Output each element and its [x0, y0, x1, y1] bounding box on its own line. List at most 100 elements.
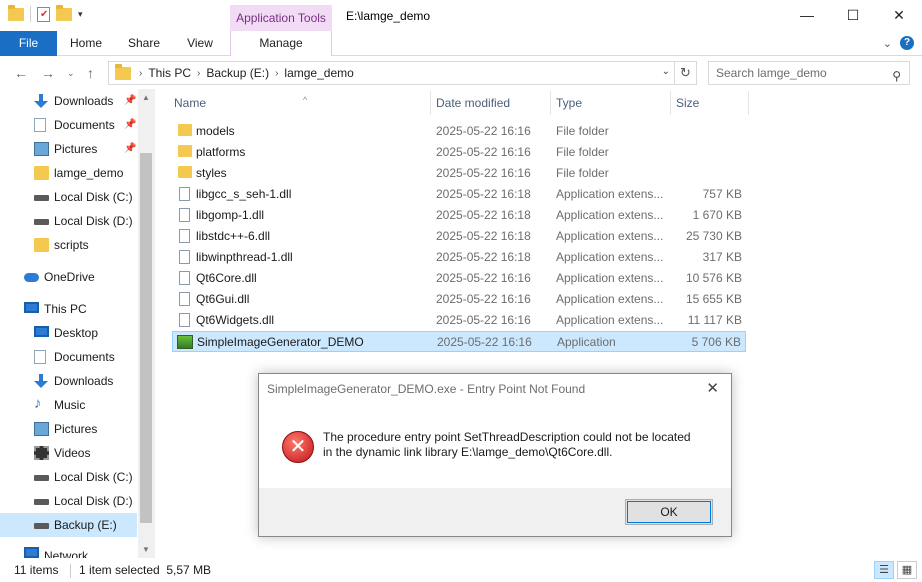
sidebar-item-local-disk-d[interactable]: Local Disk (D:): [0, 489, 137, 513]
sidebar-item-desktop[interactable]: Desktop: [0, 321, 137, 345]
search-input[interactable]: Search lamge_demo ⚲: [708, 61, 910, 85]
sidebar-item-local-disk-d-quick[interactable]: Local Disk (D:): [0, 209, 137, 233]
sidebar-item-onedrive[interactable]: OneDrive: [0, 265, 137, 289]
folder-icon: [34, 238, 49, 252]
folder-icon: [178, 166, 192, 178]
dll-file-icon: [179, 271, 190, 285]
dll-file-icon: [179, 250, 190, 264]
file-row[interactable]: Qt6Gui.dll 2025-05-22 16:16 Application …: [172, 289, 746, 310]
folder-icon: [178, 124, 192, 136]
document-icon: [34, 118, 46, 132]
music-icon: ♪: [34, 395, 42, 412]
navigation-bar: ← → ⌄ ↑ › This PC › Backup (E:) › lamge_…: [0, 57, 922, 89]
minimize-button[interactable]: —: [784, 0, 830, 31]
file-row[interactable]: models 2025-05-22 16:16 File folder: [172, 121, 746, 142]
file-row[interactable]: libstdc++-6.dll 2025-05-22 16:18 Applica…: [172, 226, 746, 247]
sidebar-item-downloads-quick[interactable]: Downloads 📌: [0, 89, 137, 113]
column-divider[interactable]: [748, 91, 749, 115]
sidebar-item-local-disk-c-quick[interactable]: Local Disk (C:): [0, 185, 137, 209]
file-row[interactable]: libwinpthread-1.dll 2025-05-22 16:18 App…: [172, 247, 746, 268]
dll-file-icon: [179, 208, 190, 222]
dll-file-icon: [179, 187, 190, 201]
tab-share[interactable]: Share: [120, 31, 168, 56]
sidebar-item-network[interactable]: Network: [0, 545, 137, 558]
chevron-down-icon[interactable]: ▾: [78, 9, 83, 20]
column-header-type[interactable]: Type: [550, 89, 670, 117]
divider: [70, 564, 71, 578]
new-folder-icon[interactable]: [56, 4, 72, 21]
tab-view[interactable]: View: [178, 31, 222, 56]
tab-manage[interactable]: Manage: [230, 31, 332, 56]
sidebar-item-backup-e[interactable]: Backup (E:): [0, 513, 137, 537]
close-button[interactable]: ✕: [876, 0, 922, 31]
column-header-date[interactable]: Date modified: [430, 89, 550, 117]
sidebar-item-videos[interactable]: Videos: [0, 441, 137, 465]
sidebar-item-downloads[interactable]: Downloads: [0, 369, 137, 393]
properties-icon[interactable]: ✔: [37, 6, 50, 22]
chevron-right-icon[interactable]: ›: [197, 68, 200, 79]
column-header-size[interactable]: Size: [670, 89, 748, 117]
ok-button[interactable]: OK: [625, 499, 713, 525]
column-header-name[interactable]: Name ^: [168, 89, 430, 117]
error-icon: ✕: [282, 431, 314, 463]
sidebar-item-pictures-quick[interactable]: Pictures 📌: [0, 137, 137, 161]
scroll-down-icon[interactable]: ▼: [142, 545, 150, 554]
refresh-button[interactable]: ↻: [675, 61, 697, 85]
recent-locations-chevron-icon[interactable]: ⌄: [67, 68, 75, 79]
pin-icon: 📌: [124, 119, 137, 130]
file-row[interactable]: libgcc_s_seh-1.dll 2025-05-22 16:18 Appl…: [172, 184, 746, 205]
disk-icon: [34, 475, 49, 481]
file-row[interactable]: Qt6Widgets.dll 2025-05-22 16:16 Applicat…: [172, 310, 746, 331]
sidebar-item-pictures[interactable]: Pictures: [0, 417, 137, 441]
sidebar-item-documents[interactable]: Documents: [0, 345, 137, 369]
divider: [30, 6, 31, 22]
file-row[interactable]: Qt6Core.dll 2025-05-22 16:16 Application…: [172, 268, 746, 289]
large-icons-view-button[interactable]: ▦: [897, 561, 917, 579]
breadcrumb-this-pc[interactable]: This PC: [148, 66, 191, 80]
folder-icon[interactable]: [8, 4, 24, 21]
status-bar: 11 items 1 item selected 5,57 MB ☰ ▦: [0, 558, 922, 582]
forward-arrow-icon[interactable]: →: [41, 65, 55, 81]
file-row[interactable]: libgomp-1.dll 2025-05-22 16:18 Applicati…: [172, 205, 746, 226]
file-row-selected[interactable]: SimpleImageGenerator_DEMO 2025-05-22 16:…: [172, 331, 746, 352]
up-arrow-icon[interactable]: ↑: [87, 65, 94, 81]
scroll-up-icon[interactable]: ▲: [142, 93, 150, 102]
window-title: E:\lamge_demo: [346, 9, 431, 23]
sidebar-item-local-disk-c[interactable]: Local Disk (C:): [0, 465, 137, 489]
tab-file[interactable]: File: [0, 31, 57, 56]
desktop-icon: [34, 326, 49, 337]
maximize-button[interactable]: ☐: [830, 0, 876, 31]
dll-file-icon: [179, 313, 190, 327]
sidebar-item-music[interactable]: ♪ Music: [0, 393, 137, 417]
sidebar-item-scripts[interactable]: scripts: [0, 233, 137, 257]
download-icon: [34, 374, 49, 388]
sidebar-item-documents-quick[interactable]: Documents 📌: [0, 113, 137, 137]
address-bar[interactable]: › This PC › Backup (E:) › lamge_demo ⌄: [108, 61, 675, 85]
chevron-right-icon[interactable]: ›: [275, 68, 278, 79]
back-arrow-icon[interactable]: ←: [14, 65, 28, 81]
folder-icon: [178, 145, 192, 157]
tab-home[interactable]: Home: [62, 31, 110, 56]
search-icon[interactable]: ⚲: [892, 65, 901, 87]
dialog-close-button[interactable]: ✕: [706, 379, 719, 397]
pictures-icon: [34, 142, 49, 156]
help-icon[interactable]: ?: [900, 36, 914, 50]
dialog-footer: OK: [259, 488, 731, 536]
breadcrumb-backup-e[interactable]: Backup (E:): [206, 66, 269, 80]
breadcrumb-lamge-demo[interactable]: lamge_demo: [284, 66, 353, 80]
chevron-down-icon[interactable]: ⌄: [662, 66, 670, 77]
details-view-button[interactable]: ☰: [874, 561, 894, 579]
title-bar: ✔ ▾ Application Tools E:\lamge_demo — ☐ …: [0, 0, 922, 31]
file-row[interactable]: platforms 2025-05-22 16:16 File folder: [172, 142, 746, 163]
folder-icon: [115, 63, 131, 80]
disk-icon: [34, 499, 49, 505]
chevron-right-icon[interactable]: ›: [139, 68, 142, 79]
sidebar-item-this-pc[interactable]: This PC: [0, 297, 137, 321]
pc-icon: [24, 302, 39, 313]
sidebar-item-lamge-demo[interactable]: lamge_demo: [0, 161, 137, 185]
sidebar-scrollbar-thumb[interactable]: [140, 153, 152, 523]
file-row[interactable]: styles 2025-05-22 16:16 File folder: [172, 163, 746, 184]
chevron-down-icon[interactable]: ⌄: [883, 37, 892, 50]
dialog-message-line: in the dynamic link library E:\lamge_dem…: [323, 445, 613, 459]
navigation-pane: Downloads 📌 Documents 📌 Pictures 📌 lamge…: [0, 89, 155, 558]
